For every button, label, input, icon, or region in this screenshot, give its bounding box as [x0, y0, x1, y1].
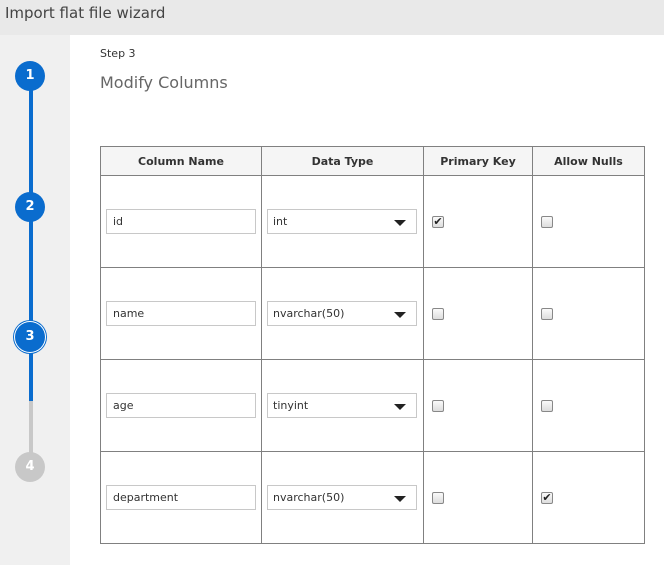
step-4: 4 [15, 452, 45, 482]
column-name-input[interactable]: name [106, 301, 256, 326]
window-title: Import flat file wizard [0, 0, 664, 35]
table-row: name nvarchar(50) [100, 267, 645, 360]
data-type-select[interactable]: nvarchar(50) [267, 301, 417, 326]
data-type-select[interactable]: int [267, 209, 417, 234]
step-3-current[interactable]: 3 [15, 322, 45, 352]
allow-nulls-checkbox[interactable]: ✔ [541, 491, 553, 504]
chevron-down-icon [394, 220, 406, 226]
header-primary-key: Primary Key [423, 146, 533, 176]
primary-key-checkbox[interactable] [432, 307, 444, 320]
data-type-value: nvarchar(50) [273, 491, 345, 504]
step-1[interactable]: 1 [15, 61, 45, 91]
columns-table: Column Name Data Type Primary Key Allow … [100, 146, 645, 544]
data-type-value: int [273, 215, 288, 228]
chevron-down-icon [394, 496, 406, 502]
primary-key-checkbox[interactable] [432, 399, 444, 412]
data-type-select[interactable]: tinyint [267, 393, 417, 418]
table-row: age tinyint [100, 359, 645, 452]
data-type-select[interactable]: nvarchar(50) [267, 485, 417, 510]
step-2[interactable]: 2 [15, 192, 45, 222]
chevron-down-icon [394, 404, 406, 410]
header-column-name: Column Name [100, 146, 262, 176]
allow-nulls-checkbox[interactable] [541, 307, 553, 320]
column-name-input[interactable]: id [106, 209, 256, 234]
step-label: Step 3 [100, 47, 136, 60]
data-type-value: nvarchar(50) [273, 307, 345, 320]
column-name-input[interactable]: age [106, 393, 256, 418]
header-allow-nulls: Allow Nulls [532, 146, 645, 176]
table-row: id int ✔ [100, 175, 645, 268]
allow-nulls-checkbox[interactable] [541, 399, 553, 412]
page-title: Modify Columns [100, 73, 228, 92]
allow-nulls-checkbox[interactable] [541, 215, 553, 228]
header-data-type: Data Type [261, 146, 424, 176]
progress-line-complete [29, 76, 33, 401]
chevron-down-icon [394, 312, 406, 318]
column-name-input[interactable]: department [106, 485, 256, 510]
step-sidebar [0, 35, 70, 565]
primary-key-checkbox[interactable] [432, 491, 444, 504]
primary-key-checkbox[interactable]: ✔ [432, 215, 444, 228]
data-type-value: tinyint [273, 399, 309, 412]
table-row: department nvarchar(50) ✔ [100, 451, 645, 544]
